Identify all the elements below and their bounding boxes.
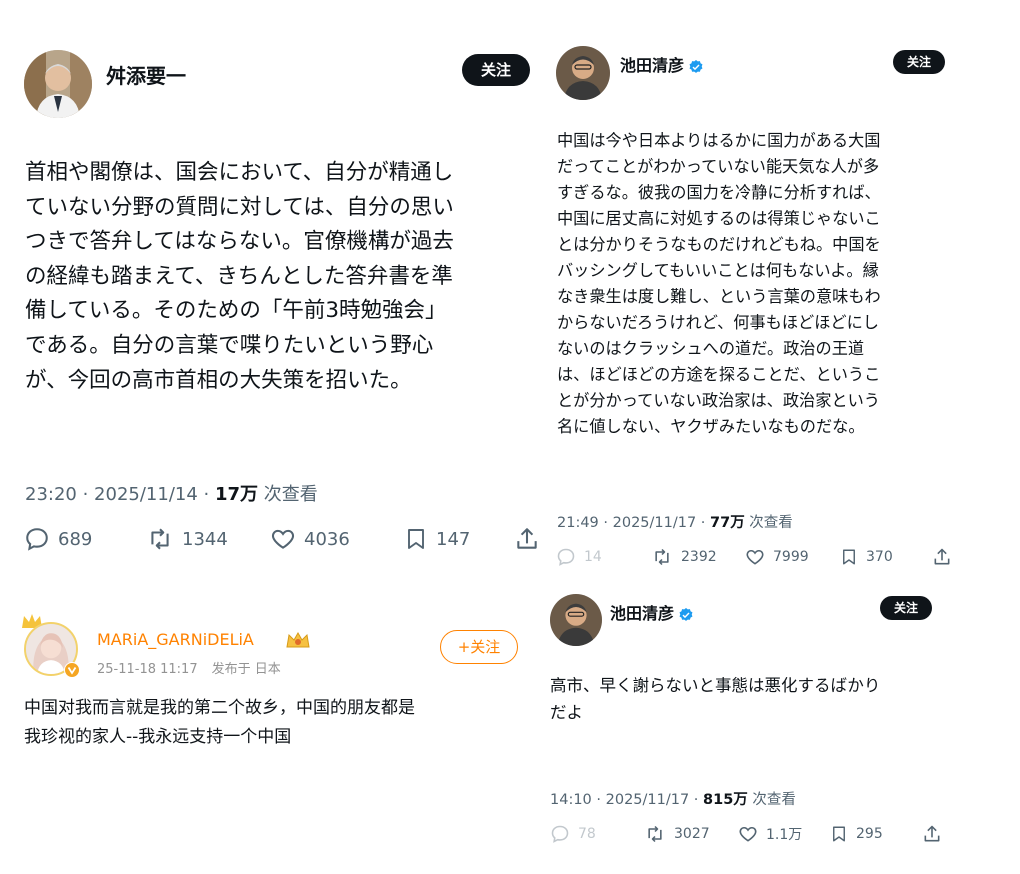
like-button[interactable]: 1.1万 [738,824,830,844]
repost-icon [655,548,669,566]
timestamp: 14:10 · 2025/11/17 · [550,792,704,808]
author-name-text: 池田清彦 [610,604,675,623]
action-bar: 14 2392 7999 370 [556,547,976,567]
like-button[interactable]: 7999 [745,547,840,567]
author-name-text: 池田清彦 [620,56,685,75]
reply-count: 14 [584,549,602,565]
weibo-card-maria: MARiA_GARNiDELiA 25-11-18 11:17 发布于 日本 +关… [0,590,548,874]
repost-button[interactable]: 1344 [146,526,270,552]
tweet-card-ikeda-2: 池田清彦 关注 高市、早く謝らないと事態は悪化するばかり だよ 14:10 · … [548,590,1020,874]
heart-icon [746,549,764,565]
verified-badge-icon [679,607,693,621]
follow-button[interactable]: 关注 [893,50,945,74]
author-name[interactable]: MARiA_GARNiDELiA [97,630,254,649]
follow-button[interactable]: 关注 [462,54,530,86]
view-count: 77万 [710,515,745,531]
like-button[interactable]: 4036 [270,526,404,552]
verified-badge-icon [689,59,703,73]
repost-count: 2392 [681,549,717,565]
heart-icon [271,529,295,549]
bookmark-icon [408,529,424,549]
share-icon [517,528,537,549]
repost-icon [151,528,169,550]
bookmark-button[interactable]: 147 [404,526,514,552]
reply-icon [557,548,575,566]
author-name[interactable]: 池田清彦 [610,600,694,624]
share-button[interactable] [514,526,540,552]
post-text: 中国对我而言就是我的第二个故乡，中国的朋友都是 我珍视的家人--我永远支持一个中… [24,698,415,747]
post-meta: 25-11-18 11:17 发布于 日本 [97,658,281,677]
view-count: 17万 [214,484,259,505]
vip-badge-icon [64,662,80,678]
bookmark-icon [843,549,855,565]
tweet-text: 首相や閣僚は、国会において、自分が精通し ていない分野の質問に対しては、自分の思… [25,160,454,393]
tweet-card-ikeda-1: 池田清彦 关注 中国は今や日本よりはるかに国力がある大国 だってことがわかってい… [548,0,1020,590]
person-photo-icon [24,50,92,118]
repost-button[interactable]: 2392 [651,547,745,567]
like-count: 7999 [773,549,809,565]
share-icon [934,548,950,565]
views-suffix: 次查看 [747,792,796,808]
repost-button[interactable]: 3027 [644,824,738,844]
crown-badge-icon [286,631,310,648]
post-date: 25-11-18 11:17 [97,662,198,677]
tweet-meta: 23:20 · 2025/11/14 · 17万 次查看 [25,480,318,506]
tweet-meta: 14:10 · 2025/11/17 · 815万 次查看 [550,788,796,809]
reply-count: 689 [58,528,93,550]
reply-count: 78 [578,826,596,842]
share-icon [924,825,940,842]
tweet-meta: 21:49 · 2025/11/17 · 77万 次查看 [557,511,793,532]
timestamp: 23:20 · 2025/11/14 · [25,484,215,505]
person-photo-icon [556,46,610,100]
reply-button[interactable]: 689 [24,526,146,552]
like-count: 1.1万 [766,827,803,843]
author-name[interactable]: 舛添要一 [106,60,186,89]
bookmark-button[interactable]: 295 [830,824,922,844]
post-location: 发布于 日本 [211,662,281,677]
avatar[interactable] [556,46,610,100]
timestamp: 21:49 · 2025/11/17 · [557,515,711,531]
share-button[interactable] [932,547,952,567]
avatar[interactable] [24,50,92,118]
heart-icon [739,826,757,842]
bookmark-count: 370 [866,549,893,565]
follow-button[interactable]: +关注 [440,630,518,664]
share-button[interactable] [922,824,942,844]
view-count: 815万 [703,792,748,808]
views-suffix: 次查看 [744,515,793,531]
repost-icon [648,825,662,843]
action-bar: 689 1344 4036 147 [24,526,544,552]
person-photo-icon [550,594,602,646]
bookmark-icon [833,826,845,842]
reply-icon [26,528,48,551]
bookmark-button[interactable]: 370 [840,547,932,567]
action-bar: 78 3027 1.1万 295 [550,824,970,844]
reply-button[interactable]: 78 [550,824,644,844]
repost-count: 3027 [674,826,710,842]
tweet-text: 高市、早く謝らないと事態は悪化するばかり だよ [550,676,881,722]
avatar[interactable] [550,594,602,646]
like-count: 4036 [304,528,350,550]
views-suffix: 次查看 [258,484,318,505]
author-name[interactable]: 池田清彦 [620,52,704,76]
bookmark-count: 147 [436,528,471,550]
follow-button[interactable]: 关注 [880,596,932,620]
repost-count: 1344 [182,528,228,550]
bookmark-count: 295 [856,826,883,842]
reply-icon [551,825,569,843]
tweet-card-masuzoe: 舛添要一 关注 首相や閣僚は、国会において、自分が精通し ていない分野の質問に対… [0,0,548,590]
reply-button[interactable]: 14 [556,547,651,567]
tweet-text: 中国は今や日本よりはるかに国力がある大国 だってことがわかっていない能天気な人が… [557,131,881,436]
